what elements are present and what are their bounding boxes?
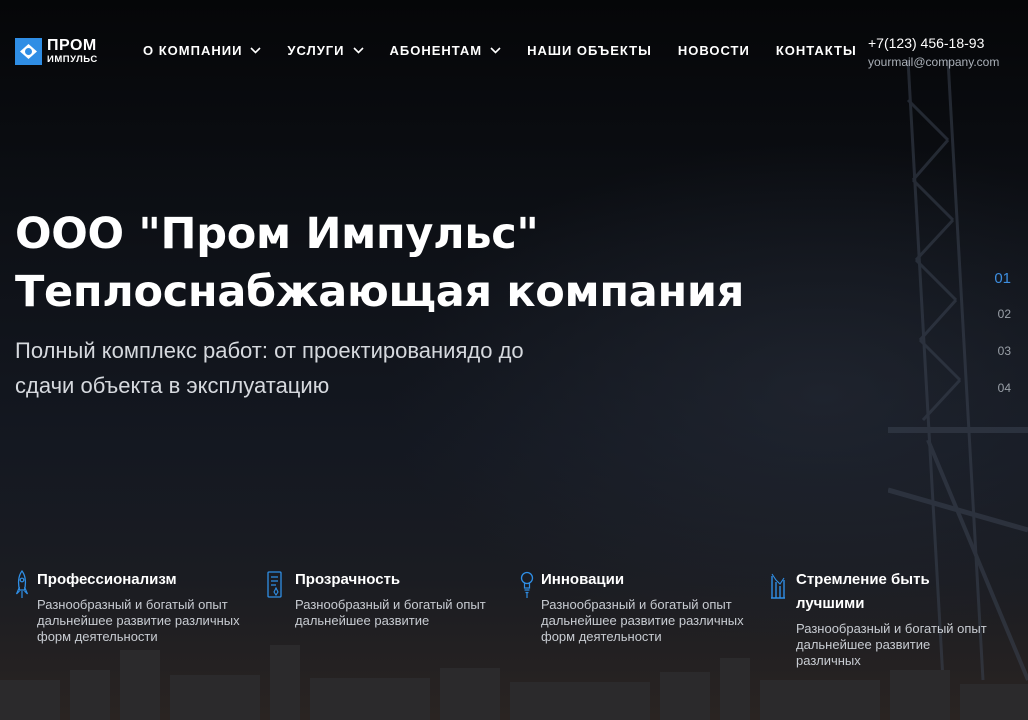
hero-title-line1: ООО "Пром Импульс"	[15, 209, 539, 259]
logo-mark-icon	[15, 38, 42, 65]
features-row: Профессионализм Разнообразный и богатый …	[0, 568, 1028, 708]
hero-subtitle-line1: Полный комплекс работ: от проектирования…	[15, 338, 524, 363]
nav-item-contacts[interactable]: КОНТАКТЫ	[776, 43, 857, 58]
feature-transparency: Прозрачность Разнообразный и богатый опы…	[266, 568, 511, 629]
slider-page-4[interactable]: 04	[994, 381, 1011, 418]
nav-item-news[interactable]: НОВОСТИ	[678, 43, 750, 58]
email-link[interactable]: yourmail@company.com	[868, 55, 999, 69]
hero-title: ООО "Пром Импульс" Теплоснабжающая компа…	[15, 205, 744, 321]
slider-page-2[interactable]: 02	[994, 307, 1011, 344]
slider-pagination: 01 02 03 04	[994, 270, 1011, 418]
feature-text: Разнообразный и богатый опыт дальнейшее …	[37, 597, 240, 644]
feature-title: Инновации	[541, 571, 625, 588]
rocket-icon	[15, 570, 29, 598]
hero-subtitle-line2: сдачи объекта в эксплуатацию	[15, 373, 330, 398]
nav-item-label: НОВОСТИ	[677, 43, 750, 58]
site-header: ПРОМ ИМПУЛЬС О КОМПАНИИ УСЛУГИ АБОНЕНТАМ…	[0, 0, 1028, 100]
nav-item-objects[interactable]: НАШИ ОБЪЕКТЫ	[527, 43, 652, 58]
hero-title-line2: Теплоснабжающая компания	[15, 267, 745, 317]
bulb-icon	[520, 571, 534, 598]
main-nav: О КОМПАНИИ УСЛУГИ АБОНЕНТАМ НАШИ ОБЪЕКТЫ…	[143, 43, 883, 58]
feature-text: Разнообразный и богатый опыт дальнейшее …	[295, 597, 486, 628]
nav-item-label: О КОМПАНИИ	[143, 43, 243, 58]
logo[interactable]: ПРОМ ИМПУЛЬС	[15, 38, 98, 65]
feature-text: Разнообразный и богатый опыт дальнейшее …	[541, 597, 744, 644]
feature-title: Профессионализм	[37, 571, 177, 588]
nav-item-label: КОНТАКТЫ	[775, 43, 857, 58]
feature-title: Прозрачность	[295, 571, 401, 588]
nav-item-subscribers[interactable]: АБОНЕНТАМ	[390, 43, 502, 58]
slider-page-3[interactable]: 03	[994, 344, 1011, 381]
hero-subtitle: Полный комплекс работ: от проектирования…	[15, 333, 575, 403]
logo-text-sub: ИМПУЛЬС	[47, 54, 98, 66]
document-icon	[267, 571, 282, 598]
nav-item-about[interactable]: О КОМПАНИИ	[143, 43, 261, 58]
slider-page-1[interactable]: 01	[994, 270, 1011, 307]
phone-link[interactable]: +7(123) 456-18-93	[868, 35, 999, 51]
nav-item-label: АБОНЕНТАМ	[389, 43, 483, 58]
chart-icon	[771, 573, 785, 599]
feature-excellence: Стремление быть лучшими Разнообразный и …	[769, 568, 1019, 669]
feature-text: Разнообразный и богатый опыт дальнейшее …	[796, 621, 987, 668]
chevron-down-icon	[250, 47, 261, 54]
feature-title: Стремление быть лучшими	[796, 571, 930, 612]
chevron-down-icon	[352, 47, 364, 54]
header-contacts: +7(123) 456-18-93 yourmail@company.com	[868, 35, 999, 69]
nav-item-services[interactable]: УСЛУГИ	[287, 43, 364, 58]
feature-innovation: Инновации Разнообразный и богатый опыт д…	[520, 568, 770, 645]
hero-section: ООО "Пром Импульс" Теплоснабжающая компа…	[15, 205, 744, 403]
feature-professionalism: Профессионализм Разнообразный и богатый …	[15, 568, 265, 645]
chevron-down-icon	[490, 47, 501, 54]
nav-item-label: УСЛУГИ	[287, 43, 345, 58]
nav-item-label: НАШИ ОБЪЕКТЫ	[527, 43, 652, 58]
logo-text-main: ПРОМ	[47, 37, 97, 55]
